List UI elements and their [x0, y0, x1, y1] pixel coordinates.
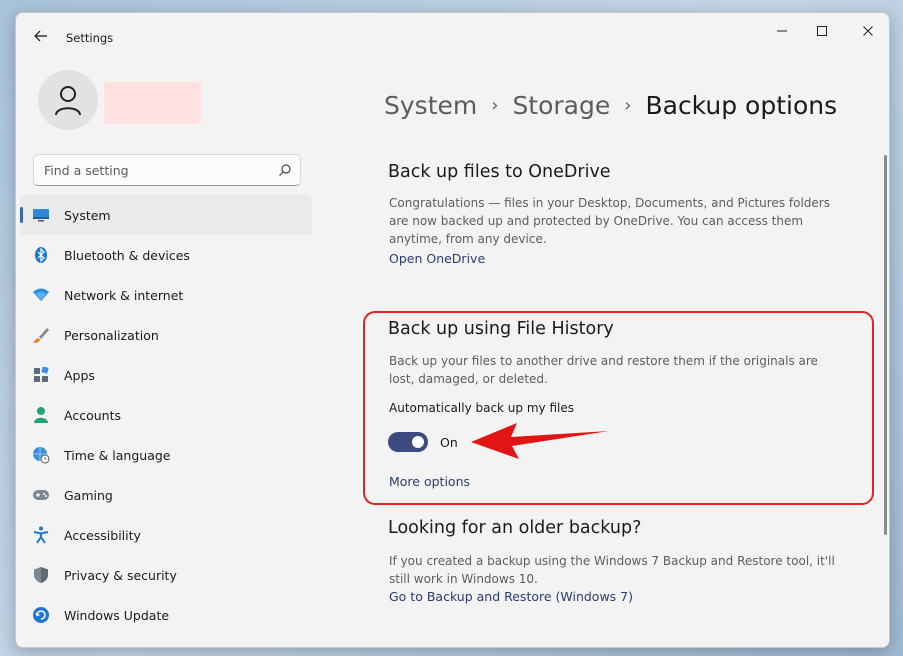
older-backup-section-title: Looking for an older backup? — [388, 518, 642, 538]
toggle-state-label: On — [440, 435, 458, 450]
red-arrow-annotation-icon — [471, 423, 609, 459]
app-title: Settings — [66, 31, 114, 45]
breadcrumb: System › Storage › Backup options — [384, 91, 837, 120]
maximize-icon — [817, 26, 827, 36]
sidebar-item-apps[interactable]: Apps — [16, 355, 316, 395]
sidebar-item-accounts[interactable]: Accounts — [16, 395, 316, 435]
sidebar-item-windows-update[interactable]: Windows Update — [16, 595, 316, 635]
user-icon — [55, 86, 81, 116]
auto-backup-label: Automatically back up my files — [389, 401, 574, 415]
sidebar-item-bluetooth[interactable]: Bluetooth & devices — [16, 235, 316, 275]
page-title: Backup options — [645, 91, 838, 120]
close-button[interactable] — [853, 20, 883, 42]
breadcrumb-system[interactable]: System — [384, 91, 477, 120]
file-history-section-description: Back up your files to another drive and … — [389, 354, 818, 386]
backup-restore-link[interactable]: Go to Backup and Restore (Windows 7) — [389, 589, 633, 604]
content-scrollbar[interactable] — [884, 155, 887, 535]
brush-icon — [32, 326, 50, 344]
active-indicator — [20, 207, 23, 223]
sidebar-item-label: Privacy & security — [64, 567, 177, 583]
sidebar-item-label: Gaming — [64, 487, 113, 503]
wifi-icon — [32, 286, 50, 304]
sidebar-item-label: System — [64, 207, 111, 223]
sidebar-item-label: Accounts — [64, 407, 121, 423]
breadcrumb-chevron-icon: › — [624, 95, 632, 116]
more-options-link[interactable]: More options — [389, 474, 470, 489]
open-onedrive-link[interactable]: Open OneDrive — [389, 251, 485, 266]
settings-window: Settings System Bluetooth & de — [15, 12, 890, 648]
shield-icon — [32, 566, 50, 584]
sidebar-item-label: Apps — [64, 367, 95, 383]
close-icon — [863, 26, 873, 36]
back-arrow-icon — [34, 30, 47, 42]
update-icon — [32, 606, 50, 624]
auto-backup-toggle[interactable] — [388, 432, 428, 452]
file-history-section-title: Back up using File History — [388, 319, 614, 339]
sidebar-item-system[interactable]: System — [20, 195, 312, 235]
sidebar-item-network[interactable]: Network & internet — [16, 275, 316, 315]
back-button[interactable] — [30, 27, 52, 45]
sidebar-item-label: Bluetooth & devices — [64, 247, 190, 263]
sidebar-item-label: Accessibility — [64, 527, 141, 543]
search-box[interactable] — [33, 154, 301, 186]
sidebar-item-privacy-security[interactable]: Privacy & security — [16, 555, 316, 595]
older-backup-section-description: If you created a backup using the Window… — [389, 554, 835, 586]
person-icon — [32, 406, 50, 424]
bluetooth-icon — [32, 246, 50, 264]
minimize-icon — [777, 30, 787, 32]
redacted-username — [104, 82, 201, 124]
gamepad-icon — [32, 486, 50, 504]
minimize-button[interactable] — [767, 20, 797, 42]
sidebar-item-label: Time & language — [64, 447, 171, 463]
title-bar: Settings — [16, 13, 889, 59]
sidebar-item-label: Personalization — [64, 327, 159, 343]
onedrive-section-title: Back up files to OneDrive — [388, 162, 611, 182]
sidebar-item-time-language[interactable]: Time & language — [16, 435, 316, 475]
toggle-knob — [412, 436, 424, 448]
breadcrumb-storage[interactable]: Storage — [512, 91, 610, 120]
search-icon — [279, 164, 291, 176]
apps-icon — [32, 366, 50, 384]
sidebar-item-personalization[interactable]: Personalization — [16, 315, 316, 355]
sidebar-nav: System Bluetooth & devices Network & int… — [16, 195, 316, 635]
onedrive-section-description: Congratulations — files in your Desktop,… — [389, 196, 830, 246]
accessibility-icon — [32, 526, 50, 544]
monitor-icon — [32, 206, 50, 224]
sidebar-item-label: Network & internet — [64, 287, 184, 303]
sidebar-item-label: Windows Update — [64, 607, 170, 623]
search-input[interactable] — [44, 161, 269, 180]
user-avatar[interactable] — [38, 70, 98, 130]
sidebar-item-gaming[interactable]: Gaming — [16, 475, 316, 515]
sidebar-item-accessibility[interactable]: Accessibility — [16, 515, 316, 555]
maximize-button[interactable] — [807, 20, 837, 42]
breadcrumb-chevron-icon: › — [491, 95, 499, 116]
globe-clock-icon — [32, 446, 50, 464]
